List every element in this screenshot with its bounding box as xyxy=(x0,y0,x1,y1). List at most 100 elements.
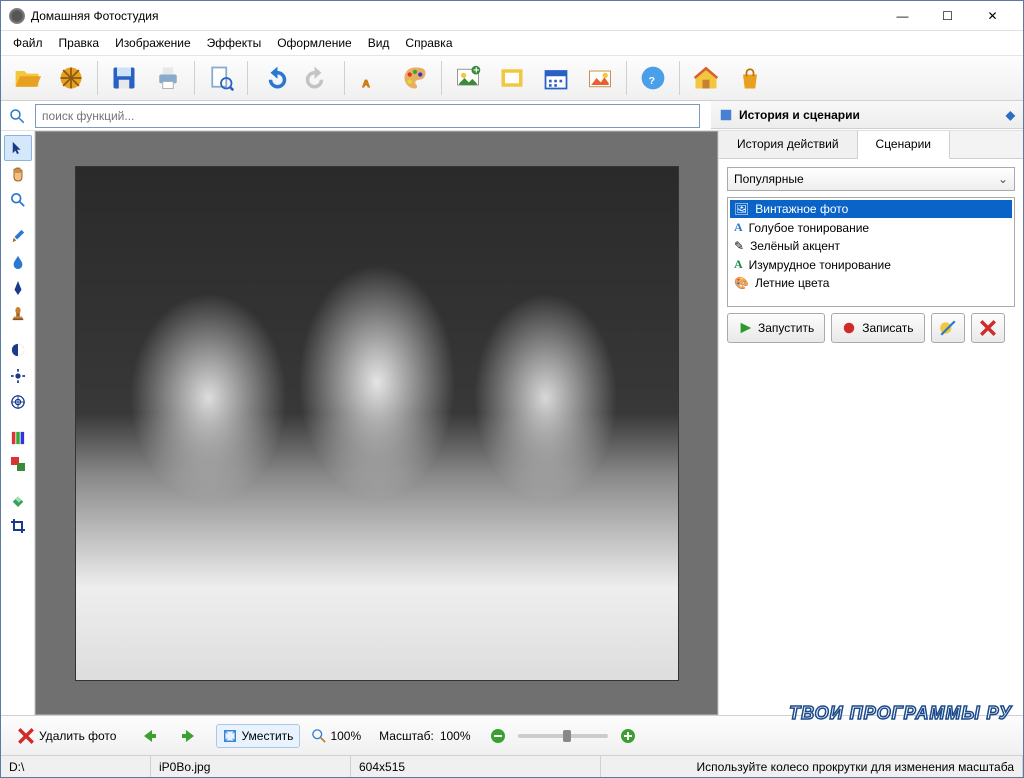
tool-levels[interactable] xyxy=(4,425,32,451)
status-drive: D:\ xyxy=(1,756,151,777)
svg-text:?: ? xyxy=(649,75,655,87)
delete-photo-button[interactable]: Удалить фото xyxy=(11,723,122,749)
window-title: Домашняя Фотостудия xyxy=(31,9,880,23)
category-combo[interactable]: Популярные xyxy=(727,167,1015,191)
zoom-100-button[interactable]: 100% xyxy=(306,725,367,747)
list-item-label: Зелёный акцент xyxy=(750,239,840,253)
tab-scenarios[interactable]: Сценарии xyxy=(858,131,950,159)
bottom-toolbar: Удалить фото Уместить 100% Масштаб: 100% xyxy=(1,715,1023,755)
minimize-button[interactable]: — xyxy=(880,2,925,30)
tool-strip xyxy=(1,131,35,715)
save-button[interactable] xyxy=(104,59,144,97)
menu-file[interactable]: Файл xyxy=(5,33,51,53)
pencil-icon: ✎ xyxy=(734,239,744,253)
pin-button[interactable]: ◆ xyxy=(1006,108,1015,122)
fit-label: Уместить xyxy=(241,729,293,743)
tool-brush[interactable] xyxy=(4,223,32,249)
zoom-slider[interactable] xyxy=(518,734,608,738)
batch-button[interactable] xyxy=(51,59,91,97)
tool-hand[interactable] xyxy=(4,161,32,187)
panel-header: История и сценарии ◆ xyxy=(711,101,1023,129)
main-toolbar: A + ? xyxy=(1,55,1023,101)
palette-button[interactable] xyxy=(395,59,435,97)
tool-stamp[interactable] xyxy=(4,301,32,327)
letter-a-icon: A xyxy=(734,257,743,272)
tool-crop[interactable] xyxy=(4,513,32,539)
help-button[interactable]: ? xyxy=(633,59,673,97)
search-input[interactable] xyxy=(35,104,700,128)
search-icon xyxy=(5,104,29,128)
prev-button[interactable] xyxy=(134,724,166,748)
undo-button[interactable] xyxy=(254,59,294,97)
tool-pointer[interactable] xyxy=(4,135,32,161)
status-dims: 604x515 xyxy=(351,756,601,777)
edit-scenario-button[interactable] xyxy=(931,313,965,343)
next-button[interactable] xyxy=(172,724,204,748)
right-panel: История действий Сценарии Популярные 🖼Ви… xyxy=(718,131,1023,715)
letter-a-icon: A xyxy=(734,220,743,235)
menu-view[interactable]: Вид xyxy=(360,33,398,53)
print-button[interactable] xyxy=(148,59,188,97)
menu-edit[interactable]: Правка xyxy=(51,33,108,53)
list-item[interactable]: 🎨Летние цвета xyxy=(730,274,1012,292)
postcard-button[interactable] xyxy=(580,59,620,97)
close-button[interactable]: ✕ xyxy=(970,2,1015,30)
insert-image-button[interactable]: + xyxy=(448,59,488,97)
zoom-out-button[interactable] xyxy=(484,724,512,748)
history-icon xyxy=(719,108,733,122)
main-area: История действий Сценарии Популярные 🖼Ви… xyxy=(1,131,1023,715)
photo-image xyxy=(75,166,679,681)
svg-text:A: A xyxy=(362,78,370,90)
panel-tabs: История действий Сценарии xyxy=(719,131,1023,159)
run-label: Запустить xyxy=(758,321,814,335)
zoom-100-label: 100% xyxy=(330,729,361,743)
home-button[interactable] xyxy=(686,59,726,97)
search-row: История и сценарии ◆ xyxy=(1,101,1023,131)
list-item-label: Изумрудное тонирование xyxy=(749,258,891,272)
record-button[interactable]: Записать xyxy=(831,313,924,343)
canvas[interactable] xyxy=(35,131,718,715)
list-item[interactable]: 🖼Винтажное фото xyxy=(730,200,1012,218)
tool-contrast[interactable] xyxy=(4,337,32,363)
record-label: Записать xyxy=(862,321,913,335)
panel-body: Популярные 🖼Винтажное фото A Голубое тони… xyxy=(719,159,1023,351)
list-item[interactable]: A Голубое тонирование xyxy=(730,218,1012,237)
text-button[interactable]: A xyxy=(351,59,391,97)
menu-image[interactable]: Изображение xyxy=(107,33,199,53)
open-button[interactable] xyxy=(7,59,47,97)
tool-drop[interactable] xyxy=(4,249,32,275)
list-item[interactable]: ✎ Зелёный акцент xyxy=(730,237,1012,255)
scenario-buttons: Запустить Записать xyxy=(727,313,1015,343)
tool-zoom[interactable] xyxy=(4,187,32,213)
menubar: Файл Правка Изображение Эффекты Оформлен… xyxy=(1,31,1023,55)
statusbar: D:\ iP0Bo.jpg 604x515 Используйте колесо… xyxy=(1,755,1023,777)
shop-button[interactable] xyxy=(730,59,770,97)
list-item-label: Летние цвета xyxy=(755,276,829,290)
titlebar: Домашняя Фотостудия — ☐ ✕ xyxy=(1,1,1023,31)
tab-history[interactable]: История действий xyxy=(719,131,858,158)
scenario-list[interactable]: 🖼Винтажное фото A Голубое тонирование ✎ Зе… xyxy=(727,197,1015,307)
list-item[interactable]: A Изумрудное тонирование xyxy=(730,255,1012,274)
menu-decoration[interactable]: Оформление xyxy=(269,33,359,53)
list-item-label: Голубое тонирование xyxy=(749,221,869,235)
tool-eraser[interactable] xyxy=(4,487,32,513)
menu-help[interactable]: Справка xyxy=(397,33,460,53)
preview-button[interactable] xyxy=(201,59,241,97)
zoom-in-button[interactable] xyxy=(614,724,642,748)
tool-swap-colors[interactable] xyxy=(4,451,32,477)
tool-pen[interactable] xyxy=(4,275,32,301)
menu-effects[interactable]: Эффекты xyxy=(199,33,270,53)
fit-button[interactable]: Уместить xyxy=(216,724,300,748)
maximize-button[interactable]: ☐ xyxy=(925,2,970,30)
redo-button[interactable] xyxy=(298,59,338,97)
run-button[interactable]: Запустить xyxy=(727,313,825,343)
delete-scenario-button[interactable] xyxy=(971,313,1005,343)
tool-target[interactable] xyxy=(4,389,32,415)
status-hint: Используйте колесо прокрутки для изменен… xyxy=(601,756,1023,777)
status-file: iP0Bo.jpg xyxy=(151,756,351,777)
calendar-button[interactable] xyxy=(536,59,576,97)
frame-button[interactable] xyxy=(492,59,532,97)
tool-brightness[interactable] xyxy=(4,363,32,389)
panel-title: История и сценарии xyxy=(739,108,860,122)
list-item-label: Винтажное фото xyxy=(755,202,848,216)
